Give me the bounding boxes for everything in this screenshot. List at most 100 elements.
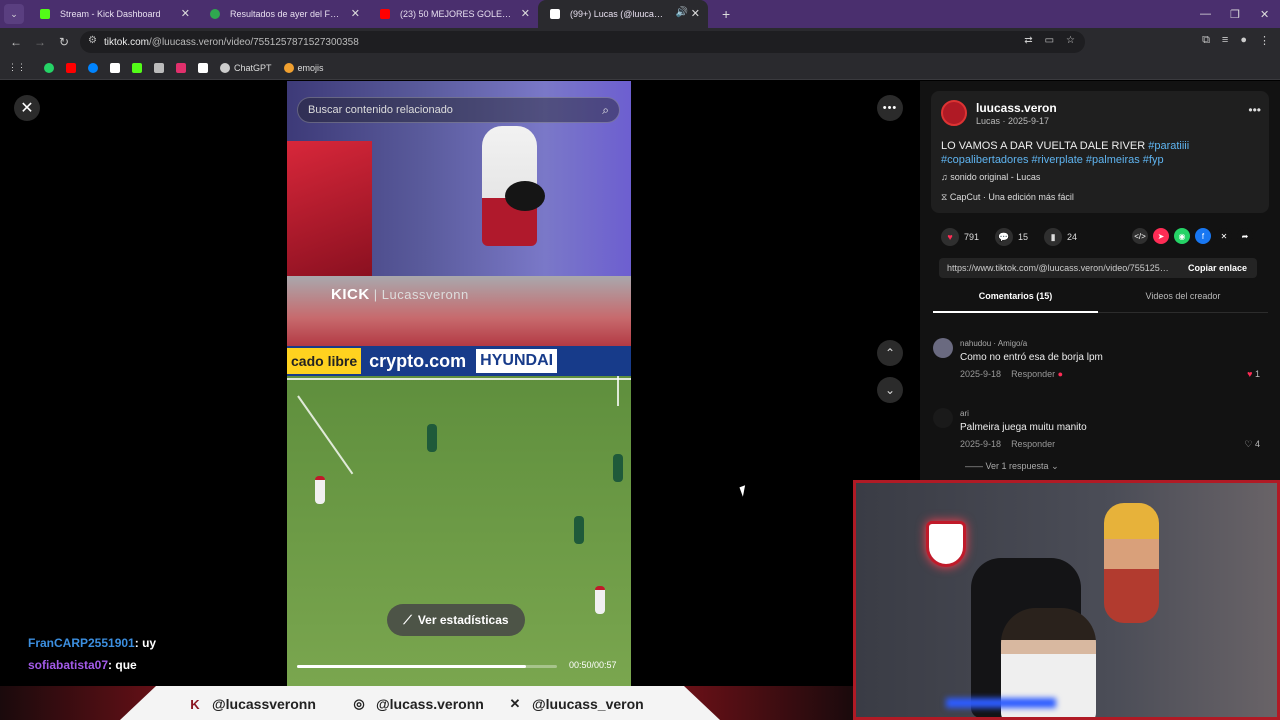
creator-liked-icon: ● — [1057, 369, 1064, 379]
bookmark-star-icon[interactable]: ☆ — [1066, 35, 1075, 46]
close-tab-icon[interactable]: ✕ — [521, 7, 530, 20]
share-arrow-icon[interactable]: ➦ — [1237, 228, 1253, 244]
next-video-button[interactable]: ⌄ — [877, 377, 903, 403]
send-icon[interactable]: ➤ — [1153, 228, 1169, 244]
capcut-link[interactable]: ⧖ CapCut · Una edición más fácil — [941, 192, 1074, 203]
like-button[interactable]: ♥ 791 — [941, 228, 979, 246]
related-search-input[interactable]: Buscar contenido relacionado ⌕ — [297, 97, 620, 123]
reply-button[interactable]: Responder — [1011, 439, 1055, 449]
commenter-avatar[interactable] — [933, 408, 953, 428]
bookmark-messenger[interactable] — [88, 62, 98, 73]
capcut-icon: ⧖ — [941, 192, 950, 202]
search-icon[interactable]: ⌕ — [602, 103, 609, 118]
x-icon — [198, 62, 208, 73]
whatsapp-icon — [44, 62, 54, 73]
video-progress-bar[interactable] — [297, 665, 557, 668]
post-info-card: luucass.veron Lucas · 2025-9-17 ••• LO V… — [931, 91, 1269, 213]
close-window-icon[interactable]: ✕ — [1260, 0, 1269, 28]
bookmark-mail[interactable] — [154, 62, 164, 73]
save-button[interactable]: ▮ 24 — [1044, 228, 1077, 246]
comment-like-button[interactable]: ♥ 1 — [1247, 369, 1260, 379]
translate-icon[interactable]: ⇄ — [1024, 35, 1032, 46]
bookmark-youtube[interactable] — [66, 62, 76, 73]
bookmark-icon: ▮ — [1044, 228, 1063, 246]
heart-icon: ♥ — [941, 228, 959, 246]
extensions-icon[interactable]: ⧉ — [1202, 34, 1210, 47]
tab-kick-dashboard[interactable]: Stream - Kick Dashboard ✕ — [28, 0, 198, 28]
facebook-share-icon[interactable]: f — [1195, 228, 1211, 244]
comment-item: nahudou · Amigo/a Como no entró esa de b… — [933, 338, 1268, 388]
tab-search-chevron-icon[interactable]: ⌄ — [4, 4, 24, 24]
reload-icon[interactable]: ↻ — [52, 35, 76, 49]
tab-creator-videos[interactable]: Videos del creador — [1098, 291, 1268, 301]
river-flag — [287, 141, 372, 276]
player-palmeiras — [613, 454, 623, 482]
bookmark-kick[interactable] — [132, 62, 142, 73]
chart-icon: ⟋ — [403, 612, 412, 627]
box-line — [297, 395, 354, 475]
minimize-icon[interactable]: — — [1200, 0, 1211, 28]
hashtag-link[interactable]: #paratiiii — [1148, 140, 1189, 152]
player-palmeiras — [427, 424, 437, 452]
kick-icon — [132, 62, 142, 73]
site-info-icon[interactable]: ⚙ — [88, 35, 97, 46]
embed-icon[interactable]: </> — [1132, 228, 1148, 244]
creator-username[interactable]: luucass.veron — [976, 101, 1057, 115]
link-field[interactable]: https://www.tiktok.com/@luucass.veron/vi… — [939, 258, 1257, 278]
commenter-avatar[interactable] — [933, 338, 953, 358]
close-tab-icon[interactable]: ✕ — [181, 7, 190, 20]
copy-link-button[interactable]: Copiar enlace — [1188, 263, 1247, 273]
bookmark-whatsapp[interactable] — [44, 62, 54, 73]
audio-playing-icon[interactable]: 🔊 — [676, 7, 688, 18]
bookmark-tiktok[interactable] — [110, 62, 120, 73]
tab-resultados[interactable]: Resultados de ayer del Futbol Argentino … — [198, 0, 368, 28]
back-icon[interactable]: ← — [4, 35, 28, 49]
bookmarks-bar: ⋮⋮ ChatGPT emojis — [0, 56, 1280, 80]
tiktok-favicon-icon — [550, 9, 560, 19]
bookmark-x[interactable] — [198, 62, 208, 73]
profile-avatar[interactable]: ● — [1240, 34, 1247, 47]
bookmark-emojis[interactable]: emojis — [283, 62, 324, 73]
url-input[interactable]: ⚙ tiktok.com/@luucass.veron/video/755125… — [80, 31, 1085, 53]
bookmark-chatgpt[interactable]: ChatGPT — [220, 62, 272, 73]
close-tab-icon[interactable]: ✕ — [691, 7, 700, 20]
previous-video-button[interactable]: ⌃ — [877, 340, 903, 366]
progress-fill — [297, 665, 526, 668]
sound-link[interactable]: ♫ sonido original - Lucas — [941, 172, 1040, 182]
tab-tiktok-lucas[interactable]: (99+) Lucas (@luucass.veron) 🔊 ✕ — [538, 0, 708, 28]
new-tab-button[interactable]: + — [722, 6, 730, 22]
restore-icon[interactable]: ❐ — [1230, 0, 1240, 28]
instagram-icon — [176, 62, 186, 73]
creator-avatar[interactable] — [941, 100, 967, 126]
apps-grid-icon[interactable]: ⋮⋮ — [8, 62, 26, 73]
stream-socials-bar: K @lucassveronn ◎ @lucass.veronn ✕ @luucass… — [0, 686, 853, 720]
tab-comments[interactable]: Comentarios (15) — [933, 291, 1098, 313]
post-caption: LO VAMOS A DAR VUELTA DALE RIVER #parati… — [941, 140, 1190, 166]
cast-icon[interactable]: ▭ — [1045, 35, 1054, 46]
reply-button[interactable]: Responder — [1011, 369, 1055, 379]
view-replies-button[interactable]: —— Ver 1 respuesta ⌄ — [965, 461, 1059, 472]
x-share-icon[interactable]: ✕ — [1216, 228, 1232, 244]
kick-favicon-icon — [40, 9, 50, 19]
promiedos-favicon-icon — [210, 9, 220, 19]
comment-icon: 💬 — [995, 228, 1014, 246]
hashtag-link[interactable]: #copalibertadores #riverplate #palmeiras… — [941, 154, 1164, 166]
reading-list-icon[interactable]: ≡ — [1222, 34, 1228, 47]
player-river — [595, 586, 605, 614]
whatsapp-share-icon[interactable]: ◉ — [1174, 228, 1190, 244]
tab-youtube-goles[interactable]: (23) 50 MEJORES GOLES DE RIVER ✕ — [368, 0, 538, 28]
ad-boards: cado libre crypto.com HYUNDAI — [287, 346, 631, 376]
more-options-button[interactable]: ••• — [877, 95, 903, 121]
view-stats-button[interactable]: ⟋ Ver estadísticas — [387, 604, 525, 636]
close-viewer-button[interactable]: ✕ — [14, 95, 40, 121]
comment-button[interactable]: 💬 15 — [995, 228, 1028, 246]
menu-kebab-icon[interactable]: ⋮ — [1259, 34, 1270, 47]
close-tab-icon[interactable]: ✕ — [351, 7, 360, 20]
microphone — [505, 181, 545, 211]
card-more-icon[interactable]: ••• — [1248, 103, 1261, 117]
bookmark-instagram[interactable] — [176, 62, 186, 73]
video-player[interactable]: Buscar contenido relacionado ⌕ KICK | Lu… — [287, 81, 631, 687]
forward-icon[interactable]: → — [28, 35, 52, 49]
youtube-favicon-icon — [380, 9, 390, 19]
comment-like-button[interactable]: ♡ 4 — [1244, 439, 1260, 450]
